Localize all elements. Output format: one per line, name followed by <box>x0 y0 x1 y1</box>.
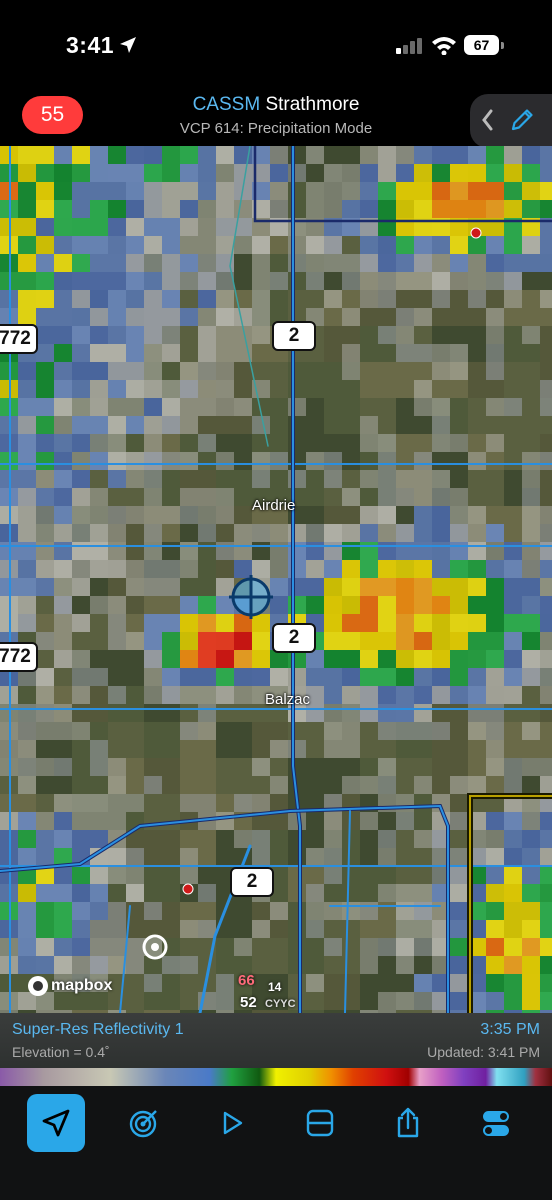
radar-sites-button[interactable] <box>115 1094 173 1152</box>
product-info-bar[interactable]: Super-Res Reflectivity 1 Elevation = 0.4… <box>0 1013 552 1068</box>
reflectivity-color-scale <box>0 1068 552 1086</box>
station-wind-speed: 14 <box>268 980 282 994</box>
status-time: 3:41 <box>66 32 115 58</box>
toggles-icon <box>483 1111 509 1136</box>
header-tools <box>470 94 552 148</box>
station-id: CYYC <box>265 998 296 1010</box>
elevation-angle: Elevation = 0.4˚ <box>12 1044 110 1060</box>
mapbox-attribution[interactable]: mapbox <box>28 976 112 996</box>
app-header: 55 CASSM Strathmore VCP 614: Precipitati… <box>0 92 552 148</box>
location-services-icon <box>120 37 136 53</box>
radar-map[interactable]: 2 772 2 772 2 Airdrie Balzac mapbox 66 5… <box>0 146 552 1013</box>
site-name: Strathmore <box>265 94 360 115</box>
town-label-balzac: Balzac <box>265 691 311 708</box>
site-code: CASSM <box>192 94 261 115</box>
radar-layer <box>0 146 552 1013</box>
settings-toggles-button[interactable] <box>467 1094 525 1152</box>
split-view-button[interactable] <box>291 1094 349 1152</box>
highway-shield-772-north: 772 <box>0 324 38 354</box>
locate-button[interactable] <box>27 1094 85 1152</box>
highway-shield-2-mid: 2 <box>272 623 316 653</box>
highway-shield-772-south: 772 <box>0 642 38 672</box>
highway-shield-2-north: 2 <box>272 321 316 351</box>
share-icon <box>397 1107 419 1138</box>
town-label-airdrie: Airdrie <box>252 497 296 514</box>
updated-time: Updated: 3:41 PM <box>427 1044 540 1060</box>
highway-shield-2-south: 2 <box>230 867 274 897</box>
play-loop-button[interactable] <box>203 1094 261 1152</box>
mapbox-logo-icon <box>28 976 48 996</box>
play-icon <box>223 1111 243 1135</box>
bottom-toolbar <box>0 1086 552 1200</box>
chevron-left-icon[interactable] <box>480 108 494 132</box>
mapbox-label: mapbox <box>51 977 113 994</box>
split-view-icon <box>306 1109 334 1137</box>
share-button[interactable] <box>379 1094 437 1152</box>
pencil-icon[interactable] <box>508 106 536 134</box>
station-dewpoint: 52 <box>240 994 257 1011</box>
battery-level: 67 <box>464 35 499 55</box>
scan-time: 3:35 PM <box>480 1021 540 1038</box>
wifi-icon <box>432 37 456 55</box>
radar-target-icon <box>129 1110 157 1138</box>
station-temperature: 66 <box>238 972 255 989</box>
location-arrow-icon <box>42 1109 70 1137</box>
product-name: Super-Res Reflectivity 1 <box>12 1021 184 1038</box>
battery-indicator: 67 <box>464 35 504 55</box>
status-bar: 3:41 67 <box>0 0 552 92</box>
cellular-signal-icon <box>396 38 422 54</box>
